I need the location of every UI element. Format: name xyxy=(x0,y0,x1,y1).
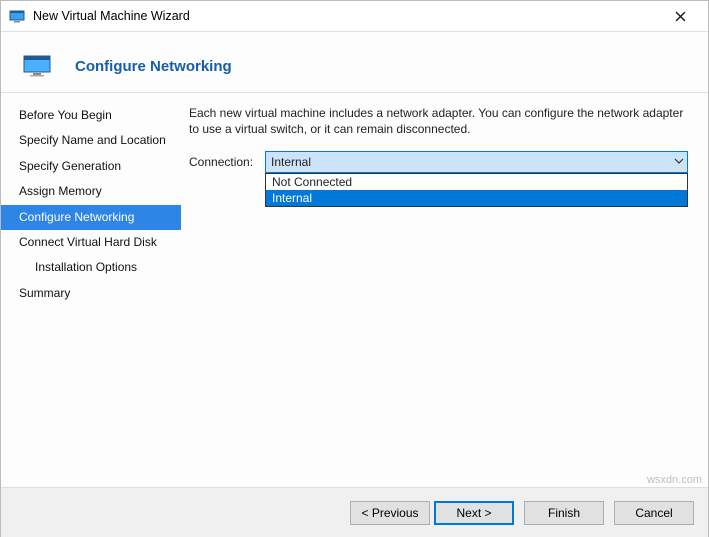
option-not-connected[interactable]: Not Connected xyxy=(266,174,687,190)
sidebar-item-connect-vhd[interactable]: Connect Virtual Hard Disk xyxy=(1,230,181,255)
header: Configure Networking xyxy=(1,32,708,92)
connection-row: Connection: Internal Not Connected Inter… xyxy=(189,151,688,173)
sidebar-item-specify-generation[interactable]: Specify Generation xyxy=(1,154,181,179)
sidebar-item-installation-options[interactable]: Installation Options xyxy=(1,255,181,280)
wizard-steps-sidebar: Before You Begin Specify Name and Locati… xyxy=(1,93,181,487)
connection-label: Connection: xyxy=(189,155,259,169)
content-panel: Each new virtual machine includes a netw… xyxy=(181,93,708,487)
sidebar-item-specify-name[interactable]: Specify Name and Location xyxy=(1,128,181,153)
nav-button-group: < Previous Next > xyxy=(350,501,514,525)
main-area: Before You Begin Specify Name and Locati… xyxy=(1,93,708,487)
titlebar: New Virtual Machine Wizard xyxy=(1,1,708,31)
sidebar-item-assign-memory[interactable]: Assign Memory xyxy=(1,179,181,204)
close-button[interactable] xyxy=(660,2,700,30)
wizard-window: New Virtual Machine Wizard Configure Net… xyxy=(0,0,709,537)
window-title: New Virtual Machine Wizard xyxy=(33,9,660,23)
option-internal[interactable]: Internal xyxy=(266,190,687,206)
wizard-header-icon xyxy=(23,55,51,77)
page-heading: Configure Networking xyxy=(75,58,232,75)
sidebar-item-summary[interactable]: Summary xyxy=(1,281,181,306)
finish-button[interactable]: Finish xyxy=(524,501,604,525)
connection-dropdown-list: Not Connected Internal xyxy=(265,173,688,207)
sidebar-item-before-you-begin[interactable]: Before You Begin xyxy=(1,103,181,128)
description-text: Each new virtual machine includes a netw… xyxy=(189,105,688,137)
next-button[interactable]: Next > xyxy=(434,501,514,525)
previous-button[interactable]: < Previous xyxy=(350,501,430,525)
connection-selected-value[interactable]: Internal xyxy=(265,151,688,173)
wizard-titlebar-icon xyxy=(9,8,25,24)
footer: < Previous Next > Finish Cancel xyxy=(1,487,708,537)
cancel-button[interactable]: Cancel xyxy=(614,501,694,525)
connection-combobox[interactable]: Internal Not Connected Internal xyxy=(265,151,688,173)
sidebar-item-configure-networking[interactable]: Configure Networking xyxy=(1,205,181,230)
